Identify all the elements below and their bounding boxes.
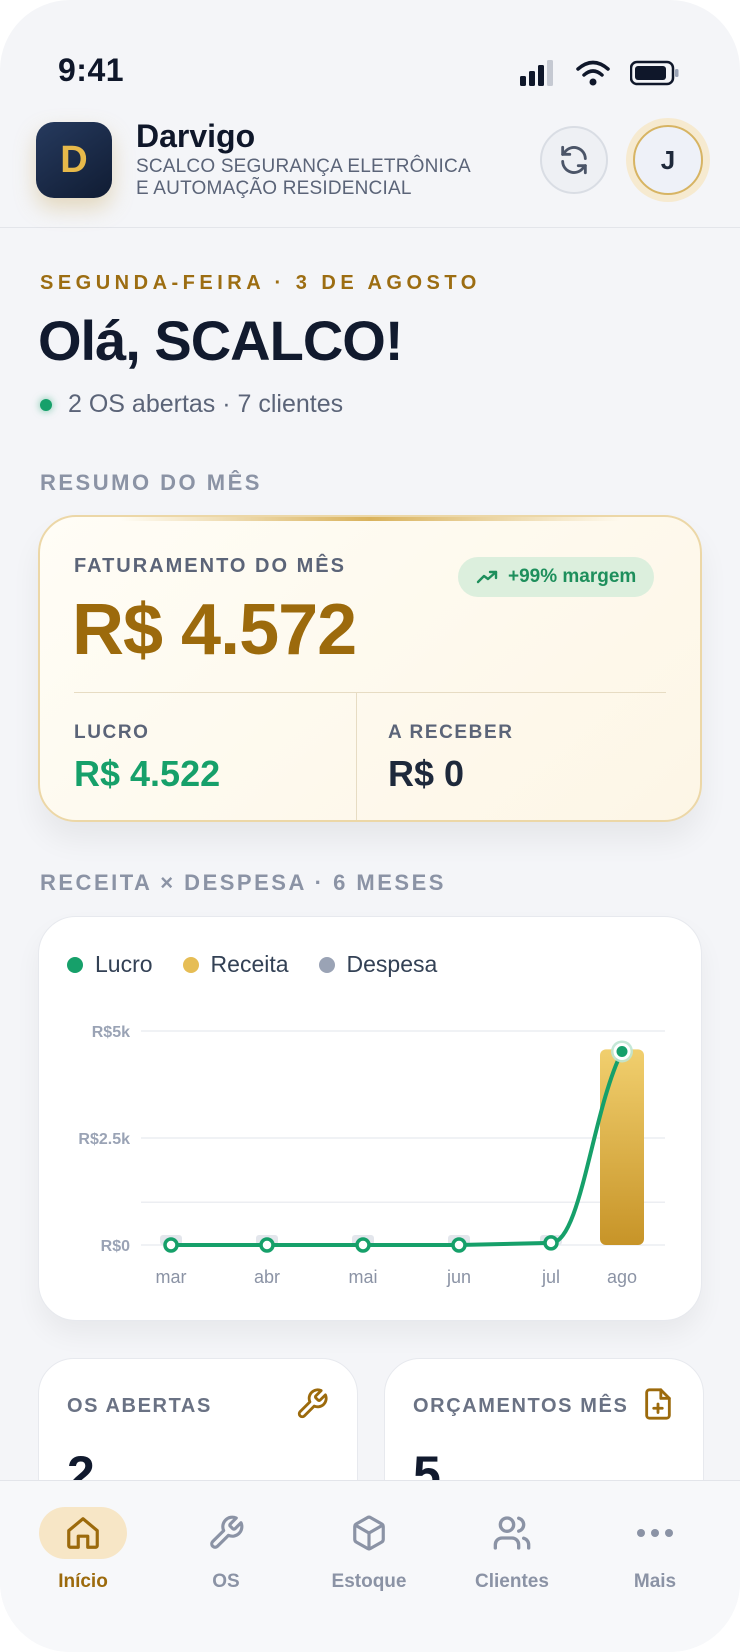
nav-item-os[interactable]: OS [161, 1507, 291, 1607]
nav-icon-wrap-os [182, 1507, 270, 1559]
wifi-icon [576, 60, 610, 86]
trending-up-icon [476, 570, 498, 584]
home-icon [67, 1517, 99, 1549]
status-time: 9:41 [58, 52, 125, 88]
company-line-2: E AUTOMAÇÃO RESIDENCIAL [136, 178, 412, 199]
nav-icon-wrap-mais [611, 1507, 699, 1559]
users-icon [493, 1516, 531, 1550]
nav-label-os: OS [212, 1571, 240, 1592]
revenue-label: FATURAMENTO DO MÊS [74, 555, 346, 577]
wrench-icon [297, 1388, 328, 1419]
x-tick-label: abr [254, 1267, 280, 1287]
x-tick-label: jun [446, 1267, 471, 1287]
section-title-chart: RECEITA × DESPESA · 6 MESES [40, 870, 446, 895]
nav-item-estoque[interactable]: Estoque [304, 1507, 434, 1607]
app-name: Darvigo [136, 118, 256, 154]
x-tick-label: jul [541, 1267, 560, 1287]
summary-line: 2 OS abertas · 7 clientes [40, 390, 343, 419]
x-tick-label: mar [156, 1267, 187, 1287]
receivable-label: A RECEBER [388, 722, 514, 743]
more-icon [637, 1529, 673, 1537]
status-icons [520, 60, 680, 86]
profit-value: R$ 4.522 [74, 753, 221, 794]
nav-item-inicio[interactable]: Início [18, 1507, 148, 1607]
status-dot [40, 398, 52, 411]
company-name: SCALCO SEGURANÇA ELETRÔNICA E AUTOMAÇÃO … [136, 156, 496, 200]
revenue-card[interactable]: FATURAMENTO DO MÊS +99% margem R$ 4.572 … [38, 515, 702, 822]
avatar: J [633, 125, 703, 195]
lucro-point [259, 1237, 275, 1253]
battery-icon [630, 60, 679, 86]
card-divider [74, 692, 666, 693]
profile-button[interactable]: J [626, 118, 710, 202]
revenue-expense-chart: R$5k R$2.5k R$0 mar abr mai jun jul ago [78, 1024, 665, 1287]
nav-label-inicio: Início [58, 1571, 108, 1592]
y-tick-label: R$0 [101, 1238, 130, 1255]
bottom-navigation: Início OS Estoque Clientes Mais [0, 1480, 740, 1652]
chart-card: Lucro Receita Despesa R$5k R$2.5k R$0 mar ab… [38, 916, 702, 1321]
nav-item-mais[interactable]: Mais [590, 1507, 720, 1607]
margin-text: +99% margem [508, 566, 637, 587]
lucro-point [355, 1237, 371, 1253]
nav-label-clientes: Clientes [475, 1571, 549, 1592]
logo-letter: D [60, 138, 88, 181]
nav-item-clientes[interactable]: Clientes [447, 1507, 577, 1607]
stat-label-quotes: ORÇAMENTOS MÊS [413, 1395, 629, 1417]
app-logo: D [36, 122, 112, 198]
avatar-initial: J [660, 144, 676, 175]
section-title-month: RESUMO DO MÊS [40, 470, 262, 495]
refresh-icon [561, 145, 587, 175]
receita-bar [600, 1049, 644, 1245]
lucro-point [613, 1042, 631, 1060]
greeting-title: Olá, SCALCO! [38, 309, 403, 372]
nav-icon-wrap-clientes [468, 1507, 556, 1559]
lucro-point [451, 1237, 467, 1253]
summary-text: 2 OS abertas · 7 clientes [68, 390, 344, 418]
company-line-1: SCALCO SEGURANÇA ELETRÔNICA [136, 156, 471, 177]
file-plus-icon [645, 1388, 671, 1420]
current-date: SEGUNDA-FEIRA · 3 DE AGOSTO [40, 272, 481, 294]
box-icon [353, 1515, 385, 1551]
nav-icon-wrap-estoque [325, 1507, 413, 1559]
revenue-value: R$ 4.572 [72, 590, 357, 670]
refresh-button[interactable] [540, 126, 608, 194]
margin-badge: +99% margem [458, 557, 655, 597]
status-bar: 9:41 [0, 0, 740, 110]
y-tick-label: R$2.5k [78, 1131, 130, 1148]
app-screen: 9:41 D Darvigo SCALCO SEGURANÇA ELETRÔNI… [0, 0, 740, 1652]
y-tick-label: R$5k [92, 1024, 130, 1041]
x-tick-label: ago [607, 1267, 637, 1287]
lucro-line [169, 1049, 624, 1247]
x-tick-label: mai [348, 1267, 377, 1287]
lucro-point [163, 1237, 179, 1253]
nav-label-estoque: Estoque [331, 1571, 407, 1592]
profit-label: LUCRO [74, 722, 150, 743]
nav-icon-wrap-inicio [39, 1507, 127, 1559]
wrench-icon [210, 1515, 244, 1549]
signal-icon [520, 60, 553, 86]
receivable-value: R$ 0 [388, 753, 465, 794]
lucro-point [543, 1235, 559, 1251]
card-vertical-divider [356, 693, 357, 820]
stat-label-open-orders: OS ABERTAS [67, 1395, 212, 1417]
app-header: D Darvigo SCALCO SEGURANÇA ELETRÔNICA E … [0, 110, 740, 228]
nav-label-mais: Mais [633, 1571, 677, 1592]
